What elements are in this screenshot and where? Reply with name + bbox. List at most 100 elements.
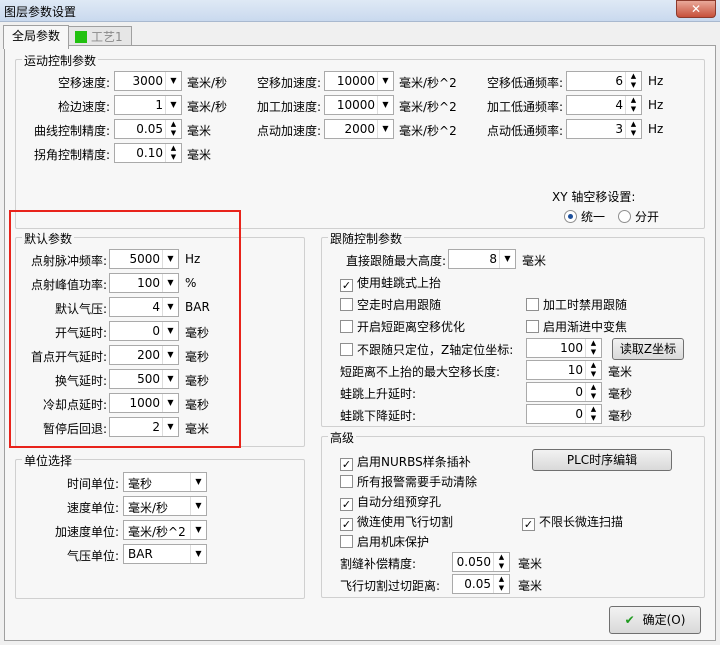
label: 短距离不上抬的最大空移长度: xyxy=(340,365,501,379)
jump-fall-delay-spinner[interactable]: 0 ▲ ▼ xyxy=(526,404,602,424)
unit: 毫米 xyxy=(608,365,633,379)
spinner-arrows-icon[interactable]: ▲ ▼ xyxy=(585,383,601,401)
checkbox-label: 加工时禁用跟随 xyxy=(543,298,628,312)
spinner-arrows-icon[interactable]: ▲ ▼ xyxy=(625,120,641,138)
dropdown-arrow-icon[interactable]: ▼ xyxy=(190,473,206,491)
checkmark-icon: ✓ xyxy=(340,498,353,511)
dropdown-arrow-icon[interactable]: ▼ xyxy=(377,120,393,138)
short-distance-spinner[interactable]: 10 ▲ ▼ xyxy=(526,360,602,380)
checkmark-icon: ✓ xyxy=(340,279,353,292)
value: 毫秒 xyxy=(128,477,153,491)
value: 10000 xyxy=(336,98,375,112)
micro-joint-fly-cut-checkbox[interactable]: ✓ 微连使用飞行切割 xyxy=(340,513,453,531)
spinner-arrows-icon[interactable]: ▲ ▼ xyxy=(585,361,601,379)
rapid-speed-combo[interactable]: 3000 ▼ xyxy=(114,71,182,91)
radio-dot-icon xyxy=(564,210,577,223)
spinner-arrows-icon[interactable]: ▲ ▼ xyxy=(493,575,509,593)
unit: 毫米/秒^2 xyxy=(399,124,457,138)
unit: 毫米/秒 xyxy=(187,100,228,114)
unit: 毫秒 xyxy=(608,409,633,423)
no-follow-z-checkbox[interactable]: 不跟随只定位，Z轴定位坐标: xyxy=(340,341,513,358)
label: 蛙跳下降延时: xyxy=(340,409,417,423)
auto-prepierce-checkbox[interactable]: ✓ 自动分组预穿孔 xyxy=(340,493,441,511)
xy-rapid-label: XY 轴空移设置: xyxy=(552,190,636,204)
spinner-arrows-icon[interactable]: ▲ ▼ xyxy=(625,96,641,114)
value: BAR xyxy=(128,547,153,561)
rapid-accel-combo[interactable]: 10000 ▼ xyxy=(324,71,394,91)
jog-lowpass-spinner[interactable]: 3 ▲ ▼ xyxy=(566,119,642,139)
curve-precision-spinner[interactable]: 0.05 ▲ ▼ xyxy=(114,119,182,139)
edge-speed-combo[interactable]: 1 ▼ xyxy=(114,95,182,115)
read-z-button[interactable]: 读取Z坐标 xyxy=(612,338,684,360)
dropdown-arrow-icon[interactable]: ▼ xyxy=(190,521,206,539)
dropdown-arrow-icon[interactable]: ▼ xyxy=(165,96,181,114)
spinner-arrows-icon[interactable]: ▲ ▼ xyxy=(165,120,181,138)
value: 0.05 xyxy=(136,122,163,136)
manual-clear-alarms-checkbox[interactable]: 所有报警需要手动清除 xyxy=(340,473,477,490)
label: 直接跟随最大高度: xyxy=(345,254,446,268)
dropdown-arrow-icon[interactable]: ▼ xyxy=(377,72,393,90)
dropdown-arrow-icon[interactable]: ▼ xyxy=(190,497,206,515)
jump-rise-delay-spinner[interactable]: 0 ▲ ▼ xyxy=(526,382,602,402)
value: 0 xyxy=(575,385,583,399)
value: 8 xyxy=(489,252,497,266)
group-title: 单位选择 xyxy=(22,452,75,469)
unlimited-scan-checkbox[interactable]: ✓ 不限长微连扫描 xyxy=(522,513,623,531)
tab-global-params[interactable]: 全局参数 xyxy=(3,25,70,49)
label: 空移低通频率: xyxy=(486,76,563,90)
highlight-box xyxy=(9,210,241,448)
dropdown-arrow-icon[interactable]: ▼ xyxy=(165,72,181,90)
checkbox-icon xyxy=(340,535,353,548)
group-title: 运动控制参数 xyxy=(22,52,99,69)
unit-select[interactable]: 毫秒 ▼ xyxy=(123,472,207,492)
gradual-focus-checkbox[interactable]: 启用渐进中变焦 xyxy=(526,318,627,335)
spinner-arrows-icon[interactable]: ▲ ▼ xyxy=(165,144,181,162)
value: 100 xyxy=(560,341,583,355)
window-title: 图层参数设置 xyxy=(4,5,77,19)
ok-button[interactable]: ✔ 确定(O) xyxy=(609,606,701,634)
disable-follow-on-cut-checkbox[interactable]: 加工时禁用跟随 xyxy=(526,296,627,313)
layer-color-icon xyxy=(75,31,87,43)
spinner-arrows-icon[interactable]: ▲ ▼ xyxy=(625,72,641,90)
kerf-precision-spinner[interactable]: 0.050 ▲ ▼ xyxy=(452,552,510,572)
machine-protect-checkbox[interactable]: 启用机床保护 xyxy=(340,533,429,550)
value: 毫米/秒^2 xyxy=(128,525,186,539)
unit-select[interactable]: 毫米/秒^2 ▼ xyxy=(123,520,207,540)
jog-accel-combo[interactable]: 2000 ▼ xyxy=(324,119,394,139)
unit: 毫米/秒 xyxy=(187,76,228,90)
cut-accel-combo[interactable]: 10000 ▼ xyxy=(324,95,394,115)
unit: 毫米 xyxy=(518,557,543,571)
radio-separate[interactable]: 分开 xyxy=(618,208,659,225)
group-title: 跟随控制参数 xyxy=(328,230,405,247)
dropdown-arrow-icon[interactable]: ▼ xyxy=(377,96,393,114)
use-jump-checkbox[interactable]: ✓ 使用蛙跳式上抬 xyxy=(340,274,441,292)
ok-label: 确定(O) xyxy=(642,613,686,627)
corner-precision-spinner[interactable]: 0.10 ▲ ▼ xyxy=(114,143,182,163)
checkbox-icon xyxy=(526,298,539,311)
value: 4 xyxy=(615,98,623,112)
nurbs-checkbox[interactable]: ✓ 启用NURBS样条插补 xyxy=(340,453,471,471)
unit-select[interactable]: 毫米/秒 ▼ xyxy=(123,496,207,516)
unit: 毫米/秒^2 xyxy=(399,100,457,114)
plc-sequence-edit-button[interactable]: PLC时序编辑 xyxy=(532,449,672,471)
dropdown-arrow-icon[interactable]: ▼ xyxy=(499,250,515,268)
rapid-lowpass-spinner[interactable]: 6 ▲ ▼ xyxy=(566,71,642,91)
radio-dot-icon xyxy=(618,210,631,223)
max-follow-height-combo[interactable]: 8 ▼ xyxy=(448,249,516,269)
cut-lowpass-spinner[interactable]: 4 ▲ ▼ xyxy=(566,95,642,115)
spinner-arrows-icon[interactable]: ▲ ▼ xyxy=(493,553,509,571)
spinner-arrows-icon[interactable]: ▲ ▼ xyxy=(585,339,601,357)
idle-follow-checkbox[interactable]: 空走时启用跟随 xyxy=(340,296,441,313)
dropdown-arrow-icon[interactable]: ▼ xyxy=(190,545,206,563)
z-coordinate-spinner[interactable]: 100 ▲ ▼ xyxy=(526,338,602,358)
close-button[interactable]: ✕ xyxy=(676,0,716,18)
unit-select[interactable]: BAR ▼ xyxy=(123,544,207,564)
label: 点动低通频率: xyxy=(486,124,563,138)
value: 2000 xyxy=(344,122,375,136)
spinner-arrows-icon[interactable]: ▲ ▼ xyxy=(585,405,601,423)
fly-overcut-spinner[interactable]: 0.05 ▲ ▼ xyxy=(452,574,510,594)
checkbox-label: 启用机床保护 xyxy=(357,535,430,549)
unit: 毫米 xyxy=(518,579,543,593)
radio-unified[interactable]: 统一 xyxy=(564,208,605,225)
short-move-opt-checkbox[interactable]: 开启短距离空移优化 xyxy=(340,318,465,335)
